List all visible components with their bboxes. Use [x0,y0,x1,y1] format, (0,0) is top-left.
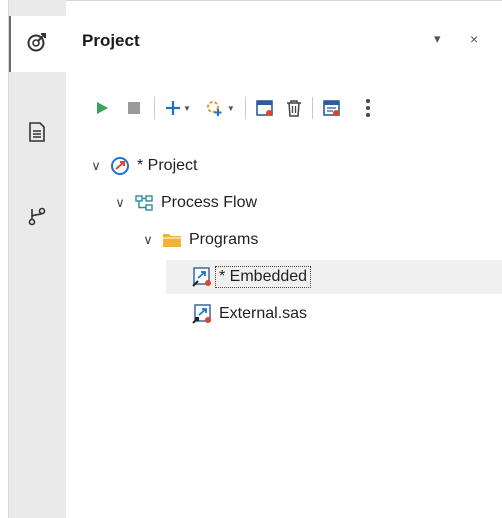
panel-close-button[interactable]: × [470,31,478,47]
panel-menu-button[interactable]: ▾ [434,31,441,47]
panel-title: Project [82,31,140,50]
tree-item-label: * Project [137,157,198,174]
branch-icon [28,206,46,231]
project-panel: Project ▾ × ▼ ▼ ∨ * Project ∨ Process Fl… [66,0,502,518]
chevron-down-icon[interactable]: ∨ [112,195,128,211]
process-flow-icon [134,193,154,213]
stop-icon [127,101,141,115]
sas-program-icon [192,267,212,287]
tree-item-label: External.sas [219,305,308,322]
tree-item-label: Programs [189,231,259,248]
open-button[interactable] [256,94,274,122]
tree-item-label: * Embedded [214,266,312,288]
tree-item-embedded[interactable]: * Embedded [166,260,502,294]
activity-projects[interactable] [8,16,66,72]
more-options-button[interactable] [365,94,371,122]
tree-item-project[interactable]: ∨ * Project [66,149,502,183]
run-button[interactable] [92,94,112,122]
open-icon [256,99,274,117]
tree-item-programs[interactable]: ∨ Programs [66,223,502,257]
document-icon [28,121,46,147]
tree-item-external-sas[interactable]: External.sas [66,297,502,331]
folder-icon [162,230,182,250]
toolbar-separator [244,97,246,119]
delete-icon [286,99,302,117]
tree-item-process-flow[interactable]: ∨ Process Flow [66,186,502,220]
chevron-down-icon: ▼ [183,103,191,113]
project-icon [110,156,130,176]
properties-button[interactable] [323,94,341,122]
activity-bar-divider [8,0,9,518]
add-button[interactable]: ▼ [165,94,191,122]
activity-bar [8,0,66,518]
stop-button[interactable] [124,94,144,122]
chevron-down-icon: ▼ [226,103,235,113]
add-items-icon [205,99,225,117]
project-toolbar: ▼ ▼ [92,93,371,123]
sas-program-link-icon [192,304,212,324]
chevron-down-icon[interactable]: ∨ [140,232,156,248]
add-items-button[interactable]: ▼ [205,94,235,122]
add-icon [165,100,181,116]
properties-icon [323,99,341,117]
tree-item-label: Process Flow [161,194,258,211]
projects-icon [26,31,48,58]
chevron-down-icon[interactable]: ∨ [88,158,104,174]
more-icon [365,98,371,118]
toolbar-separator [154,97,155,119]
run-icon [95,101,109,115]
delete-button[interactable] [286,94,302,122]
activity-document[interactable] [8,106,66,162]
activity-git[interactable] [8,190,66,246]
toolbar-separator [311,97,313,119]
